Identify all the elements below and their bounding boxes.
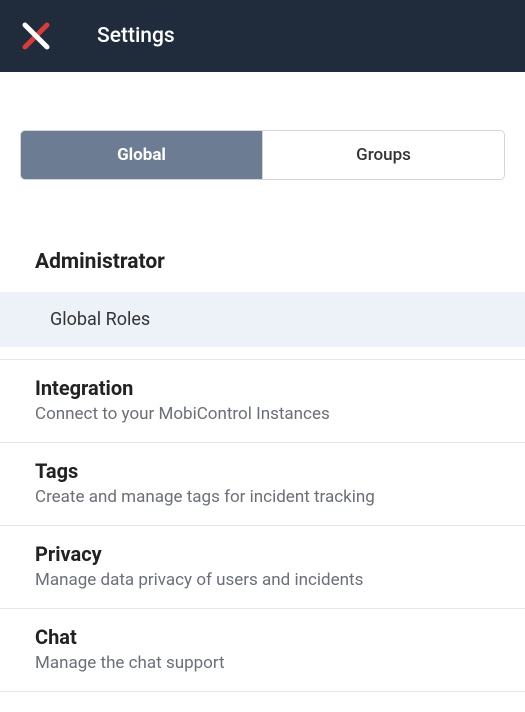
tab-global[interactable]: Global — [21, 131, 262, 179]
nav-global-roles[interactable]: Global Roles — [0, 292, 525, 347]
nav-chat[interactable]: Chat Manage the chat support — [0, 609, 525, 692]
section-administrator-title: Administrator — [0, 250, 525, 292]
nav-privacy-title: Privacy — [35, 542, 490, 566]
nav-integration[interactable]: Integration Connect to your MobiControl … — [0, 359, 525, 443]
nav-privacy-desc: Manage data privacy of users and inciden… — [35, 570, 490, 590]
app-logo-icon — [20, 20, 52, 52]
nav-privacy[interactable]: Privacy Manage data privacy of users and… — [0, 526, 525, 609]
nav-tags-desc: Create and manage tags for incident trac… — [35, 487, 490, 507]
nav-integration-desc: Connect to your MobiControl Instances — [35, 404, 490, 424]
tab-groups[interactable]: Groups — [262, 131, 504, 179]
nav-tags[interactable]: Tags Create and manage tags for incident… — [0, 443, 525, 526]
page-title: Settings — [97, 24, 175, 48]
nav-tags-title: Tags — [35, 459, 490, 483]
nav-chat-title: Chat — [35, 625, 490, 649]
content-area: Global Groups Administrator Global Roles… — [0, 130, 525, 692]
nav-chat-desc: Manage the chat support — [35, 653, 490, 673]
settings-list: Administrator Global Roles Integration C… — [0, 250, 525, 692]
tab-bar: Global Groups — [20, 130, 505, 180]
app-header: Settings — [0, 0, 525, 72]
nav-integration-title: Integration — [35, 376, 490, 400]
